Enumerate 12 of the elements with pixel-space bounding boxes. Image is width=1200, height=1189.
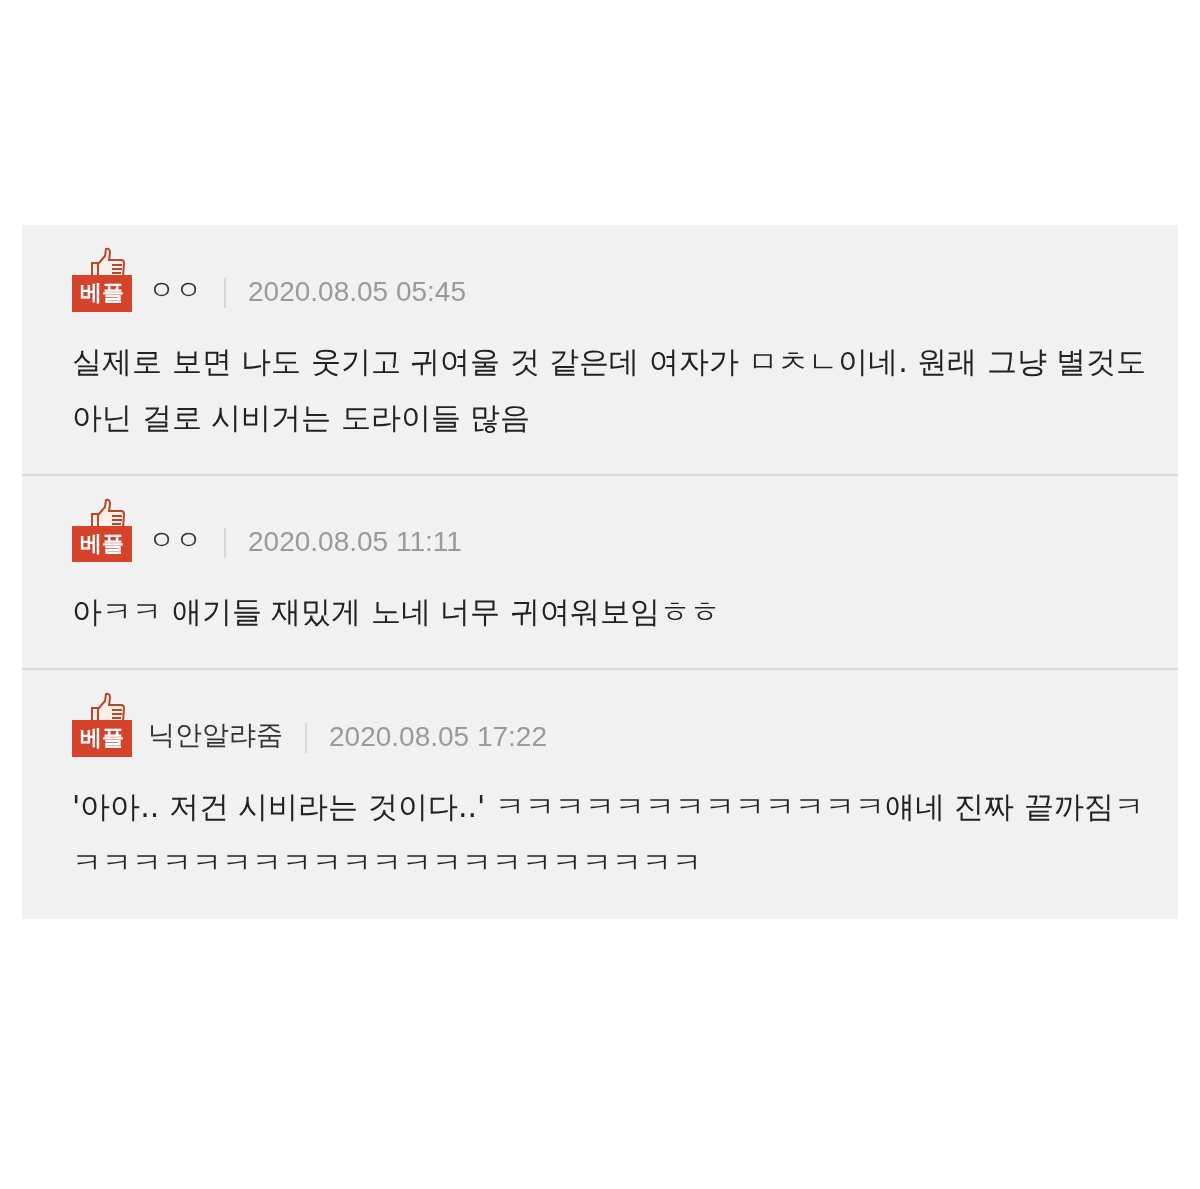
comment-text: 아ㅋㅋ 애기들 재밌게 노네 너무 귀여워보임ㅎㅎ xyxy=(72,593,721,632)
comment-text: '아아.. 저건 시비라는 것이다..' ㅋㅋㅋㅋㅋㅋㅋㅋㅋㅋㅋㅋㅋ얘네 진짜 끝까짐ㅋㅋㅋㅋㅋㅋㅋㅋㅋㅋㅋㅋㅋㅋㅋㅋㅋㅋㅋㅋㅋㅋ xyxy=(72,787,1145,882)
author-name: ㅇㅇ xyxy=(148,272,202,307)
best-badge: 베플 xyxy=(72,525,132,563)
comment-date: 2020.08.05 05:45 xyxy=(248,275,466,309)
author-name: 닉안알랴줌 xyxy=(148,717,283,752)
comment-date: 2020.08.05 11:11 xyxy=(248,526,462,560)
best-badge: 베플 xyxy=(72,720,132,757)
comment-date: 2020.08.05 17:22 xyxy=(329,720,547,754)
author-name: ㅇㅇ xyxy=(148,523,202,558)
comment-text: 실제로 보면 나도 웃기고 귀여울 것 같은데 여자가 ㅁㅊㄴ이네. 원래 그냥 별것도 아닌 걸로 시비거는 도라이들 많음 xyxy=(72,342,1148,437)
best-badge: 베플 xyxy=(72,275,132,312)
